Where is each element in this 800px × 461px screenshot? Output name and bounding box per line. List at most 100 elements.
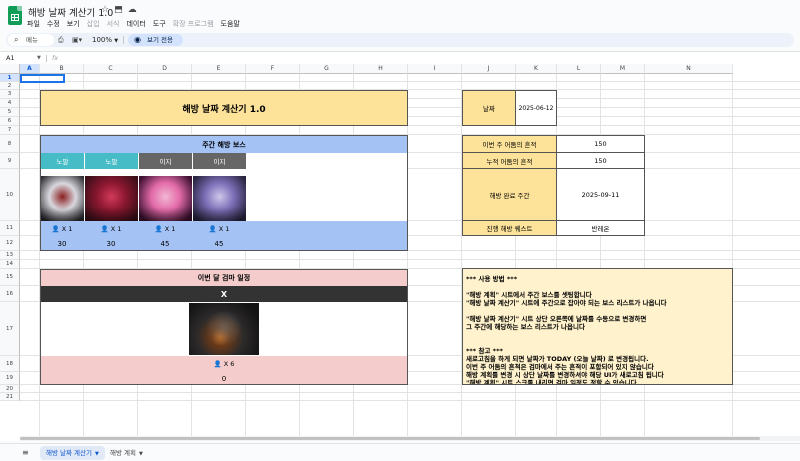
view-only-button[interactable]: ◉ 보기 전용: [128, 34, 183, 46]
row-header-6[interactable]: 6: [0, 117, 20, 126]
zoom-value: 100%: [92, 36, 113, 44]
black-mage-portrait: [189, 303, 259, 355]
monthly-boss-points: 0: [221, 374, 227, 383]
boss-count: 👤 X 1: [40, 221, 84, 236]
column-header-a[interactable]: A: [20, 64, 40, 74]
menu-item[interactable]: 서식: [107, 19, 120, 29]
row-header-5[interactable]: 5: [0, 108, 20, 117]
sheet-tab-label: 해방 날짜 계산기: [46, 449, 92, 457]
gridline: [20, 259, 800, 260]
scrollbar-thumb[interactable]: [20, 437, 760, 440]
note-line: [466, 307, 729, 315]
stat-label: 누적 어둠의 흔적: [462, 152, 557, 169]
column-header-f[interactable]: F: [246, 64, 300, 74]
gridline: [515, 74, 516, 441]
row-header-12[interactable]: 12: [0, 236, 20, 251]
column-header-b[interactable]: B: [40, 64, 84, 74]
date-value-cell[interactable]: 2025-06-12: [515, 90, 557, 126]
person-icon: 👤: [213, 360, 222, 368]
note-line: [466, 283, 729, 291]
row-header-20[interactable]: 20: [0, 385, 20, 393]
sheets-logo-icon[interactable]: [8, 6, 22, 25]
view-only-label: 보기 전용: [147, 36, 173, 44]
column-header-d[interactable]: D: [138, 64, 192, 74]
monthly-count-value: X 6: [223, 360, 235, 368]
note-line: "해방 계획" 시트 스크롤 내리면 검마 일정도 정할 수 있습니다: [466, 379, 637, 385]
menu-item[interactable]: 확장 프로그램: [173, 19, 214, 29]
row-header-7[interactable]: 7: [0, 126, 20, 135]
stat-label: 해방 완료 주간: [462, 168, 557, 221]
gridline: [353, 74, 354, 441]
row-header-18[interactable]: 18: [0, 356, 20, 372]
person-icon: 👤: [208, 224, 217, 233]
all-sheets-icon[interactable]: ≡: [22, 447, 29, 459]
menu-item[interactable]: 파일: [27, 19, 40, 29]
row-header-4[interactable]: 4: [0, 99, 20, 108]
menu-item[interactable]: 도구: [153, 19, 166, 29]
row-header-11[interactable]: 11: [0, 221, 20, 236]
paint-format-icon[interactable]: ▣▾: [72, 33, 82, 47]
note-line: [466, 331, 729, 339]
horizontal-scrollbar[interactable]: [20, 436, 800, 441]
row-header-2[interactable]: 2: [0, 82, 20, 90]
column-header-k[interactable]: K: [516, 64, 557, 74]
menu-item[interactable]: 보기: [67, 19, 80, 29]
title-actions: ☆ ⬒ ☁: [101, 5, 137, 16]
row-header-8[interactable]: 8: [0, 135, 20, 153]
row-header-10[interactable]: 10: [0, 169, 20, 221]
column-header-n[interactable]: N: [645, 64, 733, 74]
difficulty-badge: 이지: [139, 153, 192, 169]
row-header-16[interactable]: 16: [0, 286, 20, 302]
portrait-glow: [204, 311, 244, 345]
column-header-i[interactable]: I: [408, 64, 462, 74]
select-all-corner[interactable]: [0, 64, 20, 74]
row-header-1[interactable]: 1: [0, 74, 20, 82]
column-header-m[interactable]: M: [601, 64, 645, 74]
menu-search[interactable]: ⌕ 메뉴: [8, 34, 54, 46]
sheet-tab-bar: ≡ 해방 날짜 계산기 ▼ 해방 계획 ▼: [0, 443, 800, 461]
active-cell-a1[interactable]: [20, 74, 65, 83]
menu-item[interactable]: 수정: [47, 19, 60, 29]
gridline: [20, 392, 800, 393]
boss-count-value: X 1: [218, 224, 230, 233]
move-folder-icon[interactable]: ⬒: [114, 5, 123, 16]
date-label: 날짜: [462, 90, 516, 126]
column-header-l[interactable]: L: [557, 64, 601, 74]
stat-label: 이번 주 어둠의 흔적: [462, 135, 557, 153]
menu-item[interactable]: 도움말: [221, 19, 240, 29]
row-header-9[interactable]: 9: [0, 153, 20, 169]
note-line: 그 주간에 해당하는 보스 리스트가 나옵니다: [466, 323, 585, 331]
row-header-19[interactable]: 19: [0, 372, 20, 385]
menu-item[interactable]: 삽입: [87, 19, 100, 29]
gridline: [299, 74, 300, 441]
boss-count: 👤 X 1: [138, 221, 192, 236]
sheet-grid[interactable]: A B C D E F G H I J K L M N 1 2 3 4 5 6 7 8 9 10 11 12 13 14 15 16 17 1…: [0, 64, 800, 441]
column-header-h[interactable]: H: [354, 64, 408, 74]
sheet-tab-plan[interactable]: 해방 계획 ▼: [104, 446, 149, 460]
weekly-boss-header: 주간 해방 보스: [41, 136, 407, 153]
row-header-21[interactable]: 21: [0, 393, 20, 401]
column-header-j[interactable]: J: [462, 64, 516, 74]
chevron-down-icon[interactable]: ▼: [139, 451, 143, 457]
sheet-tab-calculator[interactable]: 해방 날짜 계산기 ▼: [40, 446, 105, 460]
difficulty-badge: 노말: [85, 153, 138, 169]
note-line: [466, 339, 729, 347]
stat-label: 진행 해방 퀘스트: [462, 220, 557, 236]
star-icon[interactable]: ☆: [101, 5, 109, 16]
row-header-3[interactable]: 3: [0, 90, 20, 99]
column-header-c[interactable]: C: [84, 64, 138, 74]
row-header-17[interactable]: 17: [0, 302, 20, 356]
chevron-down-icon[interactable]: ▼: [95, 451, 99, 457]
column-header-e[interactable]: E: [192, 64, 246, 74]
zoom-select[interactable]: 100% ▼: [92, 33, 118, 48]
boss-count-value: X 1: [61, 224, 73, 233]
menu-item[interactable]: 데이터: [126, 19, 145, 29]
column-header-g[interactable]: G: [300, 64, 354, 74]
formula-divider: [46, 55, 47, 62]
row-header-14[interactable]: 14: [0, 260, 20, 269]
row-header-15[interactable]: 15: [0, 269, 20, 286]
gridline: [191, 74, 192, 441]
cloud-status-icon[interactable]: ☁: [128, 5, 137, 16]
row-header-13[interactable]: 13: [0, 251, 20, 260]
print-icon[interactable]: ⎙: [58, 33, 64, 47]
